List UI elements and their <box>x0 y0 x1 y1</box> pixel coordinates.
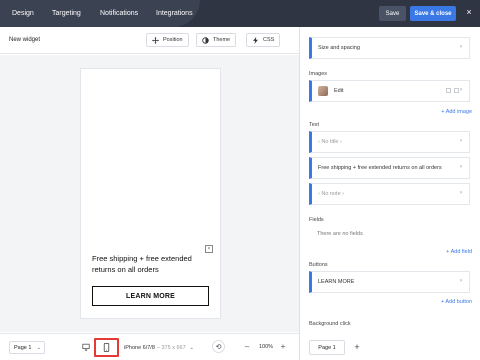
image-thumbnail <box>318 86 328 96</box>
text-item-note-label: ‹ No note › <box>318 191 344 197</box>
move-icon <box>152 36 159 44</box>
page-select-value: Page 1 <box>14 344 32 351</box>
add-field-link[interactable]: + Add field <box>420 249 472 255</box>
size-spacing-label: Size and spacing <box>318 45 360 51</box>
contrast-icon <box>202 36 209 44</box>
preview-canvas: × Free shipping + free extended returns … <box>0 55 299 332</box>
zoom-out-button[interactable]: – <box>242 341 252 353</box>
page-tab[interactable]: Page 1 <box>309 340 345 355</box>
rotate-icon[interactable]: ⟲ <box>212 340 225 353</box>
mobile-view-button[interactable] <box>94 338 119 357</box>
monitor-icon[interactable] <box>446 88 451 93</box>
device-size: – 375 x 667 <box>156 344 186 351</box>
lightning-icon <box>253 36 258 44</box>
css-button[interactable]: CSS <box>246 33 281 47</box>
editor-area: New widget Position Theme CSS × Free shi… <box>0 27 300 360</box>
buttons-heading: Buttons <box>309 262 328 268</box>
text-item-body[interactable]: Free shipping + free extended returns on… <box>309 157 470 179</box>
text-item-note[interactable]: ‹ No note › › <box>309 183 470 205</box>
button-item-label: LEARN MORE <box>318 279 355 285</box>
top-bar: Design Targeting Notifications Integrati… <box>0 0 480 27</box>
save-and-close-button[interactable]: Save & close <box>410 6 456 21</box>
device-name: iPhone 6/7/8 <box>124 344 155 351</box>
add-button-link[interactable]: + Add button <box>420 299 472 305</box>
tab-targeting[interactable]: Targeting <box>52 9 81 18</box>
tab-integrations[interactable]: Integrations <box>156 9 193 18</box>
text-item-title-label: ‹ No title › <box>318 139 342 145</box>
chevron-right-icon: › <box>460 44 462 50</box>
desktop-view-button[interactable] <box>80 341 92 353</box>
zoom-in-button[interactable]: + <box>278 341 288 353</box>
position-label: Position <box>163 37 183 43</box>
learn-more-button[interactable]: LEARN MORE <box>92 286 209 306</box>
zoom-level: 100% <box>258 344 274 350</box>
tab-notifications[interactable]: Notifications <box>100 9 138 18</box>
chevron-right-icon: › <box>460 87 462 93</box>
size-spacing-item[interactable]: Size and spacing › <box>309 37 470 59</box>
image-item[interactable]: Edit › <box>309 80 470 102</box>
promo-text[interactable]: Free shipping + free extended returns on… <box>92 253 212 275</box>
theme-label: Theme <box>213 37 231 43</box>
chevron-right-icon: › <box>460 164 462 170</box>
image-item-label: Edit <box>334 88 344 94</box>
fields-heading: Fields <box>309 217 324 223</box>
chevron-right-icon: › <box>460 190 462 196</box>
text-item-body-label: Free shipping + free extended returns on… <box>318 165 442 171</box>
image-item-icons <box>446 88 459 93</box>
theme-button[interactable]: Theme <box>196 33 237 47</box>
editor-header: New widget Position Theme CSS <box>0 27 300 54</box>
fields-empty-message: There are no fields <box>317 231 363 237</box>
chevron-down-icon: ⌄ <box>36 345 41 351</box>
save-button[interactable]: Save <box>379 6 406 21</box>
position-button[interactable]: Position <box>146 33 189 47</box>
close-icon[interactable]: × <box>464 7 474 19</box>
add-page-button[interactable]: + <box>352 340 362 355</box>
monitor-icon <box>82 343 90 351</box>
css-label: CSS <box>263 37 275 43</box>
page-select[interactable]: Page 1 ⌄ <box>9 341 45 354</box>
button-item[interactable]: LEARN MORE › <box>309 271 470 293</box>
add-image-link[interactable]: + Add image <box>420 109 472 115</box>
phone-preview: × Free shipping + free extended returns … <box>80 68 221 319</box>
widget-name[interactable]: New widget <box>9 37 40 43</box>
chevron-right-icon: › <box>460 278 462 284</box>
background-click-heading: Background click <box>309 321 351 327</box>
bottom-toolbar: Page 1 ⌄ iPhone 6/7/8 – 375 x 667 ⌄ ⟲ – … <box>0 333 299 360</box>
text-heading: Text <box>309 122 320 128</box>
text-item-title[interactable]: ‹ No title › › <box>309 131 470 153</box>
tab-design[interactable]: Design <box>12 9 34 18</box>
device-select[interactable]: iPhone 6/7/8 – 375 x 667 ⌄ <box>124 341 203 354</box>
mobile-icon[interactable] <box>454 88 459 93</box>
preview-close-icon[interactable]: × <box>205 245 213 253</box>
chevron-right-icon: › <box>460 138 462 144</box>
chevron-down-icon: ⌄ <box>189 344 194 351</box>
images-heading: Images <box>309 71 328 77</box>
mobile-icon <box>103 343 110 352</box>
